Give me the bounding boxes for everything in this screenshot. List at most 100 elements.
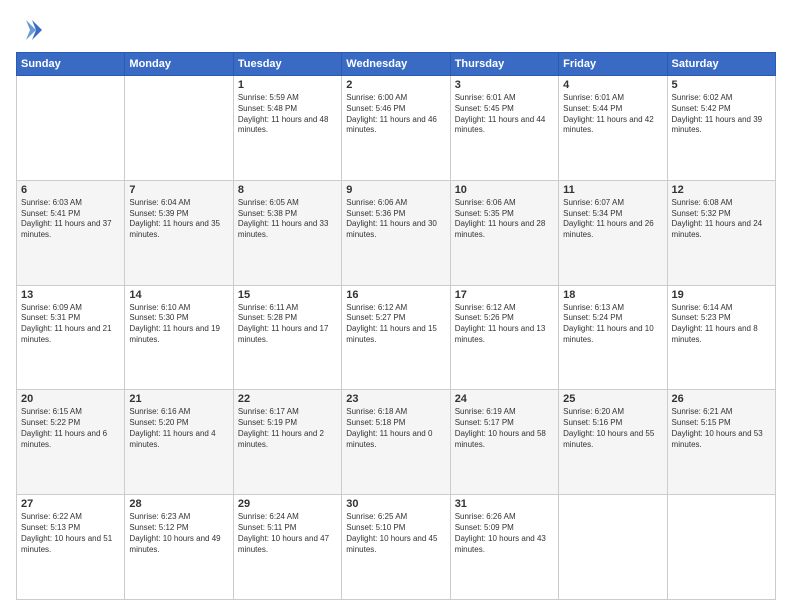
day-details: Sunrise: 6:24 AM Sunset: 5:11 PM Dayligh… — [238, 512, 337, 555]
day-details: Sunrise: 6:19 AM Sunset: 5:17 PM Dayligh… — [455, 407, 554, 450]
day-details: Sunrise: 6:23 AM Sunset: 5:12 PM Dayligh… — [129, 512, 228, 555]
day-number: 12 — [672, 184, 771, 196]
day-details: Sunrise: 6:07 AM Sunset: 5:34 PM Dayligh… — [563, 198, 662, 241]
calendar-cell: 14 Sunrise: 6:10 AM Sunset: 5:30 PM Dayli… — [125, 285, 233, 390]
day-header-saturday: Saturday — [667, 53, 775, 76]
day-header-friday: Friday — [559, 53, 667, 76]
day-number: 14 — [129, 289, 228, 301]
day-number: 9 — [346, 184, 445, 196]
day-details: Sunrise: 6:11 AM Sunset: 5:28 PM Dayligh… — [238, 303, 337, 346]
day-header-wednesday: Wednesday — [342, 53, 450, 76]
day-details: Sunrise: 6:26 AM Sunset: 5:09 PM Dayligh… — [455, 512, 554, 555]
calendar-cell: 9 Sunrise: 6:06 AM Sunset: 5:36 PM Daylig… — [342, 180, 450, 285]
day-details: Sunrise: 6:03 AM Sunset: 5:41 PM Dayligh… — [21, 198, 120, 241]
calendar-cell: 22 Sunrise: 6:17 AM Sunset: 5:19 PM Dayli… — [233, 390, 341, 495]
calendar-cell: 25Sunrise: 6:20 AM Sunset: 5:16 PM Dayli… — [559, 390, 667, 495]
day-number: 16 — [346, 289, 445, 301]
day-number: 30 — [346, 498, 445, 510]
day-details: Sunrise: 6:16 AM Sunset: 5:20 PM Dayligh… — [129, 407, 228, 450]
day-details: Sunrise: 6:25 AM Sunset: 5:10 PM Dayligh… — [346, 512, 445, 555]
calendar-cell — [667, 495, 775, 600]
calendar-body: 1 Sunrise: 5:59 AM Sunset: 5:48 PM Daylig… — [17, 76, 776, 600]
day-number: 1 — [238, 79, 337, 91]
day-number: 25 — [563, 393, 662, 405]
day-details: Sunrise: 6:09 AM Sunset: 5:31 PM Dayligh… — [21, 303, 120, 346]
calendar-cell: 19 Sunrise: 6:14 AM Sunset: 5:23 PM Dayli… — [667, 285, 775, 390]
calendar-cell: 8Sunrise: 6:05 AM Sunset: 5:38 PM Daylig… — [233, 180, 341, 285]
calendar-cell: 3 Sunrise: 6:01 AM Sunset: 5:45 PM Daylig… — [450, 76, 558, 181]
day-details: Sunrise: 6:21 AM Sunset: 5:15 PM Dayligh… — [672, 407, 771, 450]
calendar-cell: 16 Sunrise: 6:12 AM Sunset: 5:27 PM Dayli… — [342, 285, 450, 390]
day-details: Sunrise: 6:08 AM Sunset: 5:32 PM Dayligh… — [672, 198, 771, 241]
calendar-cell: 6 Sunrise: 6:03 AM Sunset: 5:41 PM Daylig… — [17, 180, 125, 285]
day-number: 19 — [672, 289, 771, 301]
day-details: Sunrise: 6:02 AM Sunset: 5:42 PM Dayligh… — [672, 93, 771, 136]
calendar-cell: 26Sunrise: 6:21 AM Sunset: 5:15 PM Dayli… — [667, 390, 775, 495]
calendar-table: SundayMondayTuesdayWednesdayThursdayFrid… — [16, 52, 776, 600]
day-number: 22 — [238, 393, 337, 405]
calendar-cell: 24 Sunrise: 6:19 AM Sunset: 5:17 PM Dayli… — [450, 390, 558, 495]
calendar-cell: 23 Sunrise: 6:18 AM Sunset: 5:18 PM Dayli… — [342, 390, 450, 495]
day-number: 27 — [21, 498, 120, 510]
calendar-cell: 1 Sunrise: 5:59 AM Sunset: 5:48 PM Daylig… — [233, 76, 341, 181]
calendar-cell: 12 Sunrise: 6:08 AM Sunset: 5:32 PM Dayli… — [667, 180, 775, 285]
calendar-week-4: 20 Sunrise: 6:15 AM Sunset: 5:22 PM Dayli… — [17, 390, 776, 495]
day-number: 8 — [238, 184, 337, 196]
calendar-week-2: 6 Sunrise: 6:03 AM Sunset: 5:41 PM Daylig… — [17, 180, 776, 285]
calendar-cell: 15 Sunrise: 6:11 AM Sunset: 5:28 PM Dayli… — [233, 285, 341, 390]
calendar-cell: 28Sunrise: 6:23 AM Sunset: 5:12 PM Dayli… — [125, 495, 233, 600]
day-number: 13 — [21, 289, 120, 301]
day-number: 17 — [455, 289, 554, 301]
day-number: 31 — [455, 498, 554, 510]
day-details: Sunrise: 6:17 AM Sunset: 5:19 PM Dayligh… — [238, 407, 337, 450]
day-number: 5 — [672, 79, 771, 91]
day-details: Sunrise: 6:01 AM Sunset: 5:44 PM Dayligh… — [563, 93, 662, 136]
calendar-cell: 20 Sunrise: 6:15 AM Sunset: 5:22 PM Dayli… — [17, 390, 125, 495]
day-number: 21 — [129, 393, 228, 405]
calendar-cell — [17, 76, 125, 181]
calendar-cell: 21 Sunrise: 6:16 AM Sunset: 5:20 PM Dayli… — [125, 390, 233, 495]
calendar-cell: 29 Sunrise: 6:24 AM Sunset: 5:11 PM Dayli… — [233, 495, 341, 600]
day-details: Sunrise: 6:18 AM Sunset: 5:18 PM Dayligh… — [346, 407, 445, 450]
calendar-cell: 31 Sunrise: 6:26 AM Sunset: 5:09 PM Dayli… — [450, 495, 558, 600]
day-details: Sunrise: 6:06 AM Sunset: 5:36 PM Dayligh… — [346, 198, 445, 241]
day-details: Sunrise: 6:10 AM Sunset: 5:30 PM Dayligh… — [129, 303, 228, 346]
calendar-cell: 5 Sunrise: 6:02 AM Sunset: 5:42 PM Daylig… — [667, 76, 775, 181]
calendar-cell: 18Sunrise: 6:13 AM Sunset: 5:24 PM Dayli… — [559, 285, 667, 390]
day-details: Sunrise: 6:00 AM Sunset: 5:46 PM Dayligh… — [346, 93, 445, 136]
day-number: 3 — [455, 79, 554, 91]
day-number: 24 — [455, 393, 554, 405]
day-details: Sunrise: 6:01 AM Sunset: 5:45 PM Dayligh… — [455, 93, 554, 136]
day-number: 6 — [21, 184, 120, 196]
day-number: 29 — [238, 498, 337, 510]
calendar-cell: 17 Sunrise: 6:12 AM Sunset: 5:26 PM Dayli… — [450, 285, 558, 390]
calendar-week-5: 27 Sunrise: 6:22 AM Sunset: 5:13 PM Dayli… — [17, 495, 776, 600]
day-number: 10 — [455, 184, 554, 196]
day-details: Sunrise: 6:22 AM Sunset: 5:13 PM Dayligh… — [21, 512, 120, 555]
day-header-monday: Monday — [125, 53, 233, 76]
day-details: Sunrise: 6:12 AM Sunset: 5:26 PM Dayligh… — [455, 303, 554, 346]
calendar-cell: 7Sunrise: 6:04 AM Sunset: 5:39 PM Daylig… — [125, 180, 233, 285]
day-details: Sunrise: 6:14 AM Sunset: 5:23 PM Dayligh… — [672, 303, 771, 346]
calendar-cell: 10 Sunrise: 6:06 AM Sunset: 5:35 PM Dayli… — [450, 180, 558, 285]
day-details: Sunrise: 6:12 AM Sunset: 5:27 PM Dayligh… — [346, 303, 445, 346]
day-number: 18 — [563, 289, 662, 301]
calendar-header-row: SundayMondayTuesdayWednesdayThursdayFrid… — [17, 53, 776, 76]
day-number: 20 — [21, 393, 120, 405]
calendar-cell: 27 Sunrise: 6:22 AM Sunset: 5:13 PM Dayli… — [17, 495, 125, 600]
day-details: Sunrise: 5:59 AM Sunset: 5:48 PM Dayligh… — [238, 93, 337, 136]
header — [16, 12, 776, 44]
day-number: 23 — [346, 393, 445, 405]
day-number: 11 — [563, 184, 662, 196]
day-number: 4 — [563, 79, 662, 91]
day-details: Sunrise: 6:15 AM Sunset: 5:22 PM Dayligh… — [21, 407, 120, 450]
day-header-thursday: Thursday — [450, 53, 558, 76]
day-number: 2 — [346, 79, 445, 91]
day-header-sunday: Sunday — [17, 53, 125, 76]
day-number: 7 — [129, 184, 228, 196]
day-number: 15 — [238, 289, 337, 301]
day-details: Sunrise: 6:06 AM Sunset: 5:35 PM Dayligh… — [455, 198, 554, 241]
calendar-cell: 13 Sunrise: 6:09 AM Sunset: 5:31 PM Dayli… — [17, 285, 125, 390]
calendar-cell — [559, 495, 667, 600]
calendar-cell: 2 Sunrise: 6:00 AM Sunset: 5:46 PM Daylig… — [342, 76, 450, 181]
